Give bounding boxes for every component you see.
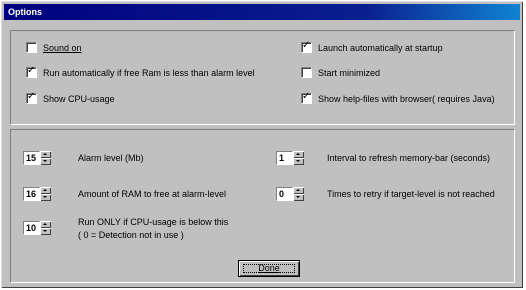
show-cpu-usage-checkbox[interactable]: Show CPU-usage — [26, 91, 115, 104]
cpu-limit-label: Run ONLY if CPU-usage is below this — [78, 217, 229, 227]
done-button[interactable]: Done — [238, 260, 300, 277]
show-help-files-box[interactable] — [301, 91, 312, 104]
cpu-limit-value[interactable]: 10 — [23, 221, 40, 235]
done-focus-rect — [243, 264, 295, 273]
launch-at-startup-checkbox[interactable]: Launch automatically at startup — [301, 40, 443, 53]
cpu-limit-down-arrow-icon[interactable] — [40, 228, 51, 235]
sound-on-label: Sound on — [43, 42, 82, 53]
refresh-interval-up-arrow-icon[interactable] — [293, 151, 304, 158]
alarm-level-spinner[interactable]: 15 — [23, 151, 51, 165]
ram-free-label: Amount of RAM to free at alarm-level — [78, 189, 227, 199]
cpu-limit-spinner[interactable]: 10 — [23, 221, 51, 235]
start-minimized-box[interactable] — [301, 67, 312, 78]
run-automatically-checkbox[interactable]: Run automatically if free Ram is less th… — [26, 65, 255, 78]
ram-free-up-arrow-icon[interactable] — [40, 187, 51, 194]
launch-at-startup-label: Launch automatically at startup — [318, 42, 443, 53]
sound-on-checkbox[interactable]: Sound on — [26, 42, 82, 53]
alarm-level-label: Alarm level (Mb) — [78, 153, 144, 163]
title-bar: Options — [4, 4, 520, 20]
alarm-level-up-arrow-icon[interactable] — [40, 151, 51, 158]
retry-times-up-arrow-icon[interactable] — [293, 187, 304, 194]
cpu-limit-up-arrow-icon[interactable] — [40, 221, 51, 228]
refresh-interval-spinner[interactable]: 1 — [276, 151, 304, 165]
ram-free-value[interactable]: 16 — [23, 187, 40, 201]
show-help-files-label: Show help-files with browser( requires J… — [318, 93, 495, 104]
show-help-files-checkbox[interactable]: Show help-files with browser( requires J… — [301, 91, 495, 104]
options-window: Options Sound on Run automatically if fr… — [1, 1, 523, 288]
launch-at-startup-box[interactable] — [301, 40, 312, 53]
alarm-level-down-arrow-icon[interactable] — [40, 158, 51, 165]
run-automatically-box[interactable] — [26, 65, 37, 78]
start-minimized-label: Start minimized — [318, 67, 381, 78]
retry-times-label: Times to retry if target-level is not re… — [327, 189, 495, 199]
alarm-level-value[interactable]: 15 — [23, 151, 40, 165]
refresh-interval-label: Interval to refresh memory-bar (seconds) — [327, 153, 491, 163]
retry-times-spinner[interactable]: 0 — [276, 187, 304, 201]
refresh-interval-value[interactable]: 1 — [276, 151, 293, 165]
show-cpu-usage-box[interactable] — [26, 91, 37, 104]
sound-on-box[interactable] — [26, 42, 37, 53]
cpu-limit-note: ( 0 = Detection not in use ) — [78, 230, 184, 240]
window-title: Options — [8, 7, 42, 17]
refresh-interval-down-arrow-icon[interactable] — [293, 158, 304, 165]
run-automatically-label: Run automatically if free Ram is less th… — [43, 67, 255, 78]
ram-free-down-arrow-icon[interactable] — [40, 194, 51, 201]
show-cpu-usage-label: Show CPU-usage — [43, 93, 115, 104]
retry-times-down-arrow-icon[interactable] — [293, 194, 304, 201]
retry-times-value[interactable]: 0 — [276, 187, 293, 201]
start-minimized-checkbox[interactable]: Start minimized — [301, 67, 380, 78]
ram-free-spinner[interactable]: 16 — [23, 187, 51, 201]
